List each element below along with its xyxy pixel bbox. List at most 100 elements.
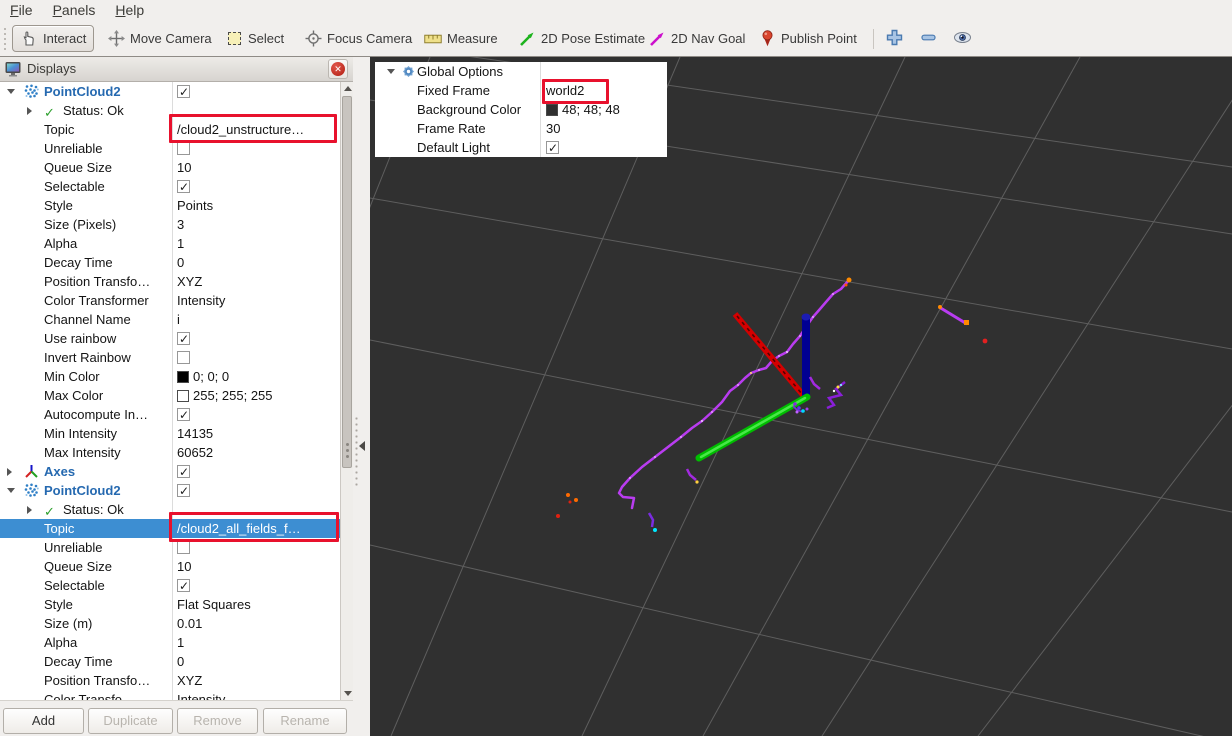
- panel-splitter[interactable]: [353, 57, 370, 736]
- tree-row-max-color[interactable]: Max Color255; 255; 255: [0, 386, 340, 405]
- global-options-row-frame-rate[interactable]: Frame Rate30: [375, 119, 667, 138]
- tool-2d-pose-estimate[interactable]: 2D Pose Estimate: [511, 25, 652, 52]
- displays-panel-header[interactable]: Displays ✕: [0, 57, 353, 82]
- tree-row-autocompute-in[interactable]: Autocompute In…✓: [0, 405, 340, 424]
- property-value[interactable]: Points: [173, 196, 340, 215]
- tree-row-style[interactable]: StyleFlat Squares: [0, 595, 340, 614]
- visibility-button[interactable]: [948, 28, 976, 52]
- checkbox[interactable]: [177, 351, 190, 364]
- menu-item-help[interactable]: Help: [105, 0, 154, 18]
- tree-row-decay-time[interactable]: Decay Time0: [0, 652, 340, 671]
- add-button[interactable]: Add: [3, 708, 84, 734]
- tree-row-alpha[interactable]: Alpha1: [0, 633, 340, 652]
- toolbar-drag-handle[interactable]: [3, 27, 8, 51]
- tool-2d-nav-goal[interactable]: 2D Nav Goal: [641, 25, 752, 52]
- tree-row-size-pixels[interactable]: Size (Pixels)3: [0, 215, 340, 234]
- property-value[interactable]: XYZ: [173, 272, 340, 291]
- tool-measure[interactable]: Measure: [417, 25, 505, 52]
- property-value[interactable]: 0; 0; 0: [173, 367, 340, 386]
- property-value[interactable]: ✓: [173, 329, 340, 348]
- remove-button[interactable]: Remove: [177, 708, 258, 734]
- tree-row-selectable[interactable]: Selectable✓: [0, 576, 340, 595]
- checkbox[interactable]: ✓: [546, 141, 559, 154]
- property-value[interactable]: 0.01: [173, 614, 340, 633]
- menu-item-panels[interactable]: Panels: [43, 0, 106, 18]
- tree-row-alpha[interactable]: Alpha1: [0, 234, 340, 253]
- tree-row-style[interactable]: StylePoints: [0, 196, 340, 215]
- zoom-out-button[interactable]: [914, 28, 942, 52]
- global-options-row-background-color[interactable]: Background Color48; 48; 48: [375, 100, 667, 119]
- property-value[interactable]: 3: [173, 215, 340, 234]
- property-value[interactable]: 60652: [173, 443, 340, 462]
- property-value[interactable]: 1: [173, 234, 340, 253]
- disclosure-closed-icon[interactable]: [27, 506, 32, 514]
- tree-row-pointcloud2[interactable]: PointCloud2✓: [0, 82, 340, 101]
- property-value[interactable]: 10: [173, 158, 340, 177]
- property-value[interactable]: Flat Squares: [173, 595, 340, 614]
- tree-row-size-m[interactable]: Size (m)0.01: [0, 614, 340, 633]
- property-value[interactable]: 1: [173, 633, 340, 652]
- checkbox[interactable]: ✓: [177, 579, 190, 592]
- tree-row-pointcloud2[interactable]: PointCloud2✓: [0, 481, 340, 500]
- duplicate-button[interactable]: Duplicate: [88, 708, 173, 734]
- tree-row-color-transformer[interactable]: Color TransformerIntensity: [0, 291, 340, 310]
- tree-row-invert-rainbow[interactable]: Invert Rainbow: [0, 348, 340, 367]
- tree-row-axes[interactable]: Axes✓: [0, 462, 340, 481]
- disclosure-closed-icon[interactable]: [27, 107, 32, 115]
- property-value[interactable]: Intensity: [173, 291, 340, 310]
- tree-row-channel-name[interactable]: Channel Namei: [0, 310, 340, 329]
- tree-row-min-color[interactable]: Min Color0; 0; 0: [0, 367, 340, 386]
- property-value[interactable]: ✓: [173, 462, 340, 481]
- property-value[interactable]: Intensity: [173, 690, 340, 700]
- property-value[interactable]: 0: [173, 652, 340, 671]
- tree-row-decay-time[interactable]: Decay Time0: [0, 253, 340, 272]
- collapse-panel-icon[interactable]: [359, 441, 365, 451]
- checkbox[interactable]: ✓: [177, 85, 190, 98]
- property-value[interactable]: ✓: [173, 405, 340, 424]
- property-value[interactable]: ✓: [541, 138, 667, 157]
- tree-row-max-intensity[interactable]: Max Intensity60652: [0, 443, 340, 462]
- property-value[interactable]: [173, 348, 340, 367]
- tree-row-position-transfo[interactable]: Position Transfo…XYZ: [0, 272, 340, 291]
- tree-row-position-transfo[interactable]: Position Transfo…XYZ: [0, 671, 340, 690]
- disclosure-open-icon[interactable]: [7, 488, 15, 493]
- tool-publish-point[interactable]: Publish Point: [751, 25, 864, 52]
- property-value[interactable]: i: [173, 310, 340, 329]
- global-options-row-fixed-frame[interactable]: Fixed Frameworld2: [375, 81, 667, 100]
- checkbox[interactable]: [177, 541, 190, 554]
- property-value[interactable]: 30: [541, 119, 667, 138]
- global-options-row-global-options[interactable]: Global Options: [375, 62, 667, 81]
- property-value[interactable]: ✓: [173, 576, 340, 595]
- property-value[interactable]: 0: [173, 253, 340, 272]
- scrollbar-thumb[interactable]: [342, 96, 352, 468]
- property-value[interactable]: 10: [173, 557, 340, 576]
- tree-row-min-intensity[interactable]: Min Intensity14135: [0, 424, 340, 443]
- rename-button[interactable]: Rename: [263, 708, 347, 734]
- property-value[interactable]: XYZ: [173, 671, 340, 690]
- close-panel-button[interactable]: ✕: [328, 59, 348, 79]
- zoom-in-button[interactable]: [880, 28, 908, 52]
- tree-row-color-transfo[interactable]: Color Transfo…Intensity: [0, 690, 340, 700]
- checkbox[interactable]: ✓: [177, 332, 190, 345]
- tree-row-selectable[interactable]: Selectable✓: [0, 177, 340, 196]
- checkbox[interactable]: ✓: [177, 465, 190, 478]
- disclosure-closed-icon[interactable]: [7, 468, 12, 476]
- checkbox[interactable]: ✓: [177, 408, 190, 421]
- tree-row-use-rainbow[interactable]: Use rainbow✓: [0, 329, 340, 348]
- property-value[interactable]: ✓: [173, 481, 340, 500]
- property-value[interactable]: ✓: [173, 82, 340, 101]
- checkbox[interactable]: [177, 142, 190, 155]
- menu-item-file[interactable]: File: [0, 0, 43, 18]
- tree-row-queue-size[interactable]: Queue Size10: [0, 557, 340, 576]
- checkbox[interactable]: ✓: [177, 484, 190, 497]
- splitter-grip[interactable]: [355, 417, 358, 487]
- property-value[interactable]: ✓: [173, 177, 340, 196]
- property-value[interactable]: 255; 255; 255: [173, 386, 340, 405]
- tree-row-queue-size[interactable]: Queue Size10: [0, 158, 340, 177]
- displays-scrollbar[interactable]: [340, 82, 353, 700]
- tool-focus-camera[interactable]: Focus Camera: [297, 25, 419, 52]
- tool-move-camera[interactable]: Move Camera: [100, 25, 219, 52]
- disclosure-open-icon[interactable]: [387, 69, 395, 74]
- checkbox[interactable]: ✓: [177, 180, 190, 193]
- displays-tree[interactable]: PointCloud2✓✓Status: OkTopic/cloud2_unst…: [0, 82, 340, 700]
